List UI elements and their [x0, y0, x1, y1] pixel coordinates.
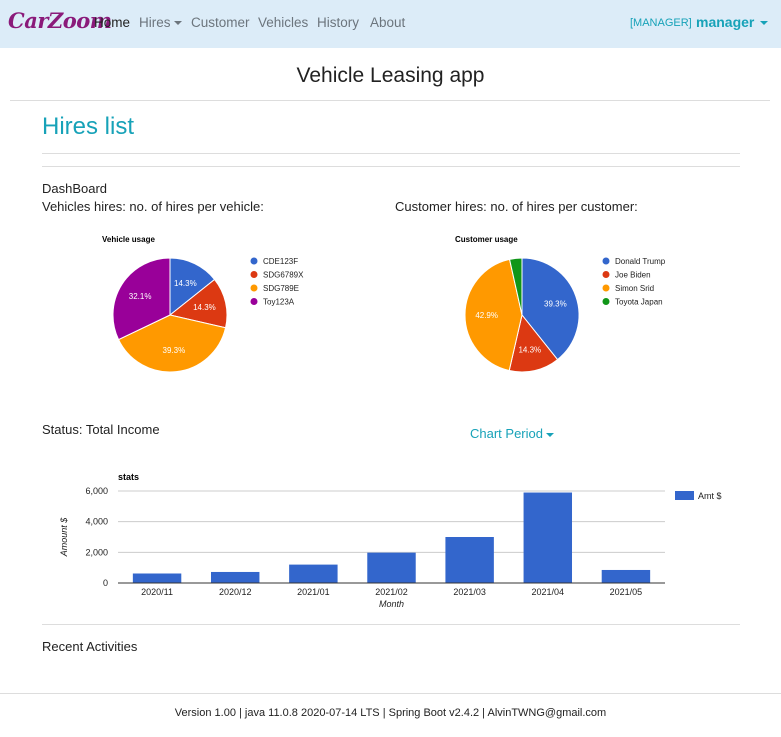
chevron-down-icon	[545, 432, 554, 437]
footer-divider	[0, 693, 781, 694]
legend-marker	[675, 491, 694, 500]
bar	[445, 537, 494, 583]
pie-slice-label: 14.3%	[193, 303, 216, 312]
legend-marker	[250, 257, 258, 265]
bar	[601, 569, 651, 583]
bar	[523, 492, 573, 583]
pie-slice-label: 14.3%	[174, 279, 197, 288]
y-axis-label: Amount $	[59, 517, 69, 558]
bar	[132, 573, 182, 583]
legend-label: Donald Trump	[615, 257, 666, 266]
legend-label: Simon Srid	[615, 284, 654, 293]
x-tick-label: 2021/01	[297, 587, 330, 597]
bar	[210, 571, 260, 583]
bar	[367, 552, 416, 583]
y-tick-label: 4,000	[85, 517, 108, 527]
pie-title: Customer usage	[455, 235, 518, 244]
legend-marker	[602, 257, 610, 265]
legend-label: Joe Biden	[615, 271, 651, 280]
recent-activities-label: Recent Activities	[42, 639, 138, 654]
legend-marker	[602, 271, 610, 278]
legend-marker	[250, 271, 258, 278]
legend-label: Toy123A	[263, 298, 295, 307]
y-tick-label: 0	[103, 578, 108, 588]
legend-label: SDG6789X	[263, 271, 304, 280]
status-label: Status: Total Income	[42, 422, 160, 437]
divider	[42, 624, 740, 625]
legend-marker	[250, 284, 258, 292]
legend-label: Toyota Japan	[615, 298, 663, 307]
chart-period-dropdown[interactable]: Chart Period	[470, 426, 554, 441]
legend-marker	[250, 298, 258, 305]
x-tick-label: 2021/03	[453, 587, 486, 597]
pie-title: Vehicle usage	[102, 235, 155, 244]
x-tick-label: 2021/04	[532, 587, 565, 597]
x-tick-label: 2021/02	[375, 587, 408, 597]
pie-slice-label: 14.3%	[518, 345, 541, 354]
legend-marker	[602, 298, 610, 305]
x-tick-label: 2020/12	[219, 587, 252, 597]
legend-label: CDE123F	[263, 257, 298, 266]
pie-slice-label: 39.3%	[163, 346, 186, 355]
x-axis-label: Month	[379, 599, 404, 609]
chart-period-label: Chart Period	[470, 426, 543, 441]
x-tick-label: 2020/11	[141, 587, 173, 597]
y-tick-label: 2,000	[85, 547, 108, 557]
pie-slice-label: 32.1%	[129, 292, 152, 301]
bar-chart-title: stats	[118, 472, 139, 482]
x-tick-label: 2021/05	[610, 587, 643, 597]
pie-slice-label: 39.3%	[544, 299, 567, 308]
legend-label: SDG789E	[263, 284, 299, 293]
y-tick-label: 6,000	[85, 486, 108, 496]
bar	[289, 564, 338, 583]
pie-slice-label: 42.9%	[475, 311, 498, 320]
footer: Version 1.00 | java 11.0.8 2020-07-14 LT…	[174, 707, 607, 719]
legend-marker	[602, 284, 610, 292]
legend-label: Amt $	[698, 491, 722, 501]
charts-canvas: Vehicle usage 14.3% 14.3% 39.3% 32.1% CDE123F…	[59, 235, 722, 609]
